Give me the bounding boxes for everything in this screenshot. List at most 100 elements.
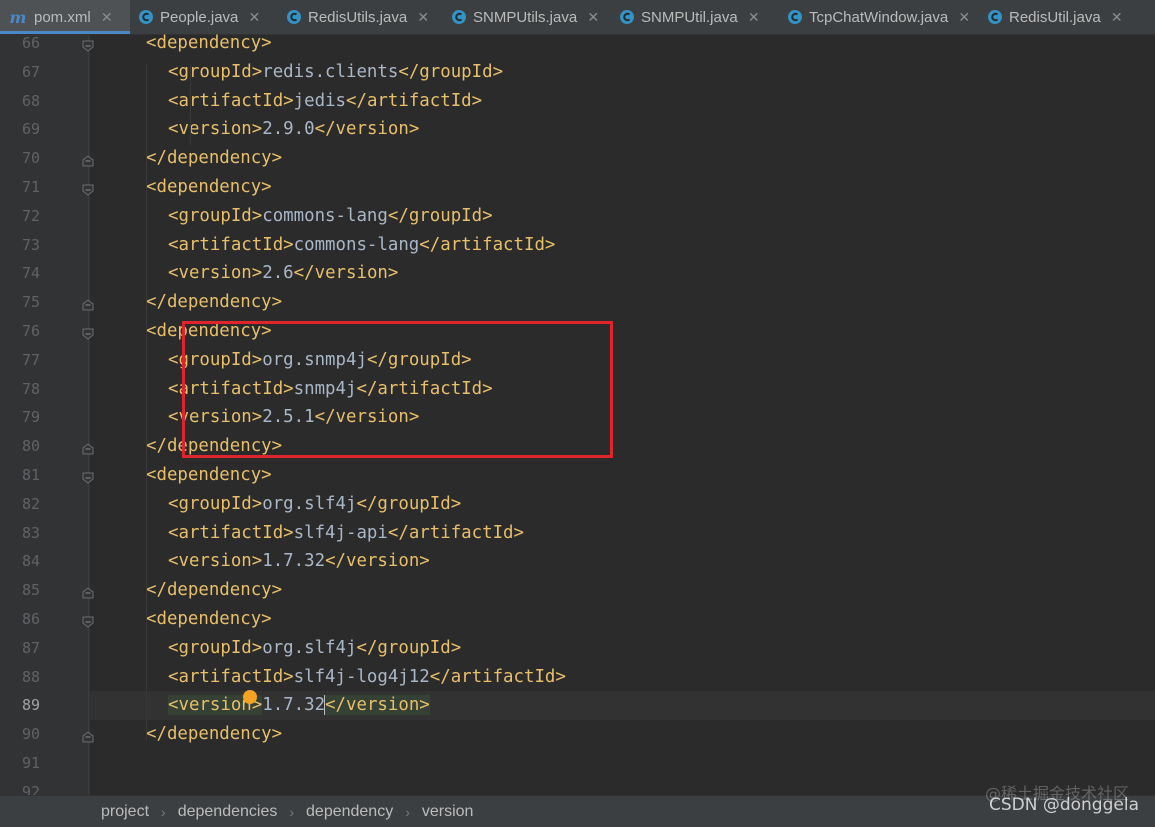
line-number: 68 <box>21 91 40 110</box>
lightbulb-icon[interactable] <box>243 690 257 704</box>
breadcrumb-item-version[interactable]: version <box>422 803 474 821</box>
line-number: 78 <box>21 379 40 398</box>
close-icon[interactable]: ✕ <box>587 9 599 26</box>
xml-tag: </version> <box>293 263 399 284</box>
xml-tag: </groupId> <box>398 61 504 82</box>
line-number: 72 <box>21 206 40 225</box>
java-class-icon <box>451 9 467 25</box>
close-icon[interactable]: ✕ <box>248 9 261 26</box>
code-line: <dependency> <box>146 29 272 58</box>
xml-value: slf4j-api <box>293 522 388 543</box>
fold-close-icon[interactable] <box>82 728 94 743</box>
line-number: 69 <box>21 120 40 139</box>
indent-guide <box>190 64 191 145</box>
xml-tag: <groupId> <box>168 637 263 658</box>
tab-redisutil-java[interactable]: RedisUtil.java ✕ <box>979 0 1155 34</box>
close-icon[interactable]: ✕ <box>748 9 760 26</box>
code-line: <dependency> <box>146 605 272 634</box>
xml-tag: <groupId> <box>168 61 263 82</box>
xml-tag: </version> <box>325 551 430 572</box>
xml-tag: <dependency> <box>146 465 272 485</box>
fold-close-icon[interactable] <box>82 440 94 455</box>
xml-tag: </dependency> <box>146 292 283 313</box>
line-number: 79 <box>21 408 40 427</box>
tab-label: pom.xml <box>34 8 91 26</box>
code-line: <groupId>org.slf4j</groupId> <box>168 634 461 663</box>
fold-close-icon[interactable] <box>82 584 94 599</box>
code-line: <groupId>redis.clients</groupId> <box>168 58 503 87</box>
xml-tag: <version> <box>168 119 263 140</box>
line-number: 84 <box>21 552 40 571</box>
tab-label: SNMPUtil.java <box>641 8 738 26</box>
fold-close-icon[interactable] <box>82 152 94 167</box>
code-line: <version>1.7.32</version> <box>168 691 430 720</box>
tab-tcpchatwindow-java[interactable]: TcpChatWindow.java ✕ <box>779 0 979 34</box>
line-number: 77 <box>21 350 40 369</box>
xml-tag: </version> <box>314 119 420 140</box>
close-icon[interactable]: ✕ <box>958 9 970 26</box>
close-icon[interactable]: ✕ <box>417 9 429 26</box>
xml-tag: <dependency> <box>146 33 272 53</box>
xml-tag: </artifactId> <box>429 666 566 687</box>
line-number: 66 <box>21 34 40 52</box>
line-number: 81 <box>21 466 40 484</box>
breadcrumb-item-dependency[interactable]: dependency <box>306 803 393 821</box>
fold-open-icon[interactable] <box>82 325 94 340</box>
xml-tag: </groupId> <box>356 637 462 658</box>
fold-close-icon[interactable] <box>82 296 94 311</box>
xml-value: 1.7.32 <box>262 695 326 716</box>
indent-guide <box>146 64 147 740</box>
code-line: <artifactId>slf4j-log4j12</artifactId> <box>168 663 566 692</box>
code-line: <groupId>commons-lang</groupId> <box>168 202 493 231</box>
fold-open-icon[interactable] <box>82 37 94 52</box>
xml-value: commons-lang <box>293 234 420 255</box>
breadcrumb-item-dependencies[interactable]: dependencies <box>178 803 278 821</box>
line-number: 89 <box>21 696 40 715</box>
breadcrumb: project › dependencies › dependency › version <box>0 795 1155 827</box>
maven-icon: m <box>9 7 27 27</box>
fold-open-icon[interactable] <box>82 613 94 628</box>
code-line: <version>2.9.0</version> <box>168 115 419 144</box>
line-number: 91 <box>21 754 40 772</box>
xml-tag: <artifactId> <box>168 666 294 687</box>
close-icon[interactable]: ✕ <box>101 9 113 26</box>
xml-tag: <artifactId> <box>168 90 294 111</box>
java-class-icon <box>987 9 1003 25</box>
code-line: <dependency> <box>146 173 272 202</box>
tab-redisutils-java[interactable]: RedisUtils.java ✕ <box>278 0 443 34</box>
tab-label: SNMPUtils.java <box>473 8 578 26</box>
xml-tag: </version> <box>325 695 430 716</box>
xml-value: org.slf4j <box>262 637 357 658</box>
code-line: <groupId>org.slf4j</groupId> <box>168 490 461 519</box>
xml-value: redis.clients <box>262 61 399 82</box>
tab-label: RedisUtils.java <box>308 8 408 26</box>
xml-value: commons-lang <box>262 205 388 226</box>
code-line: <version>2.6</version> <box>168 259 398 288</box>
line-number: 76 <box>21 322 40 340</box>
xml-tag: </dependency> <box>146 724 283 745</box>
chevron-right-icon: › <box>161 803 166 820</box>
xml-value: 1.7.32 <box>262 551 326 572</box>
xml-tag: <dependency> <box>146 609 272 629</box>
java-class-icon <box>787 9 803 25</box>
line-number: 88 <box>21 667 40 686</box>
line-number: 74 <box>21 264 40 283</box>
xml-tag: </dependency> <box>146 580 283 601</box>
breadcrumb-item-project[interactable]: project <box>101 803 149 821</box>
xml-tag: <groupId> <box>168 205 263 226</box>
xml-value: slf4j-log4j12 <box>293 666 430 687</box>
tab-snmputils-java[interactable]: SNMPUtils.java ✕ <box>443 0 611 34</box>
java-class-icon <box>286 9 302 25</box>
line-number: 80 <box>21 437 40 456</box>
close-icon[interactable]: ✕ <box>1111 9 1123 26</box>
line-number: 87 <box>21 638 40 657</box>
line-number: 70 <box>21 149 40 168</box>
xml-tag: </dependency> <box>146 148 283 169</box>
xml-tag: </groupId> <box>387 205 493 226</box>
fold-open-icon[interactable] <box>82 181 94 196</box>
code-line: </dependency> <box>146 720 282 749</box>
fold-open-icon[interactable] <box>82 469 94 484</box>
line-number: 71 <box>21 178 40 196</box>
line-number: 85 <box>21 581 40 600</box>
tab-snmputil-java[interactable]: SNMPUtil.java ✕ <box>611 0 779 34</box>
